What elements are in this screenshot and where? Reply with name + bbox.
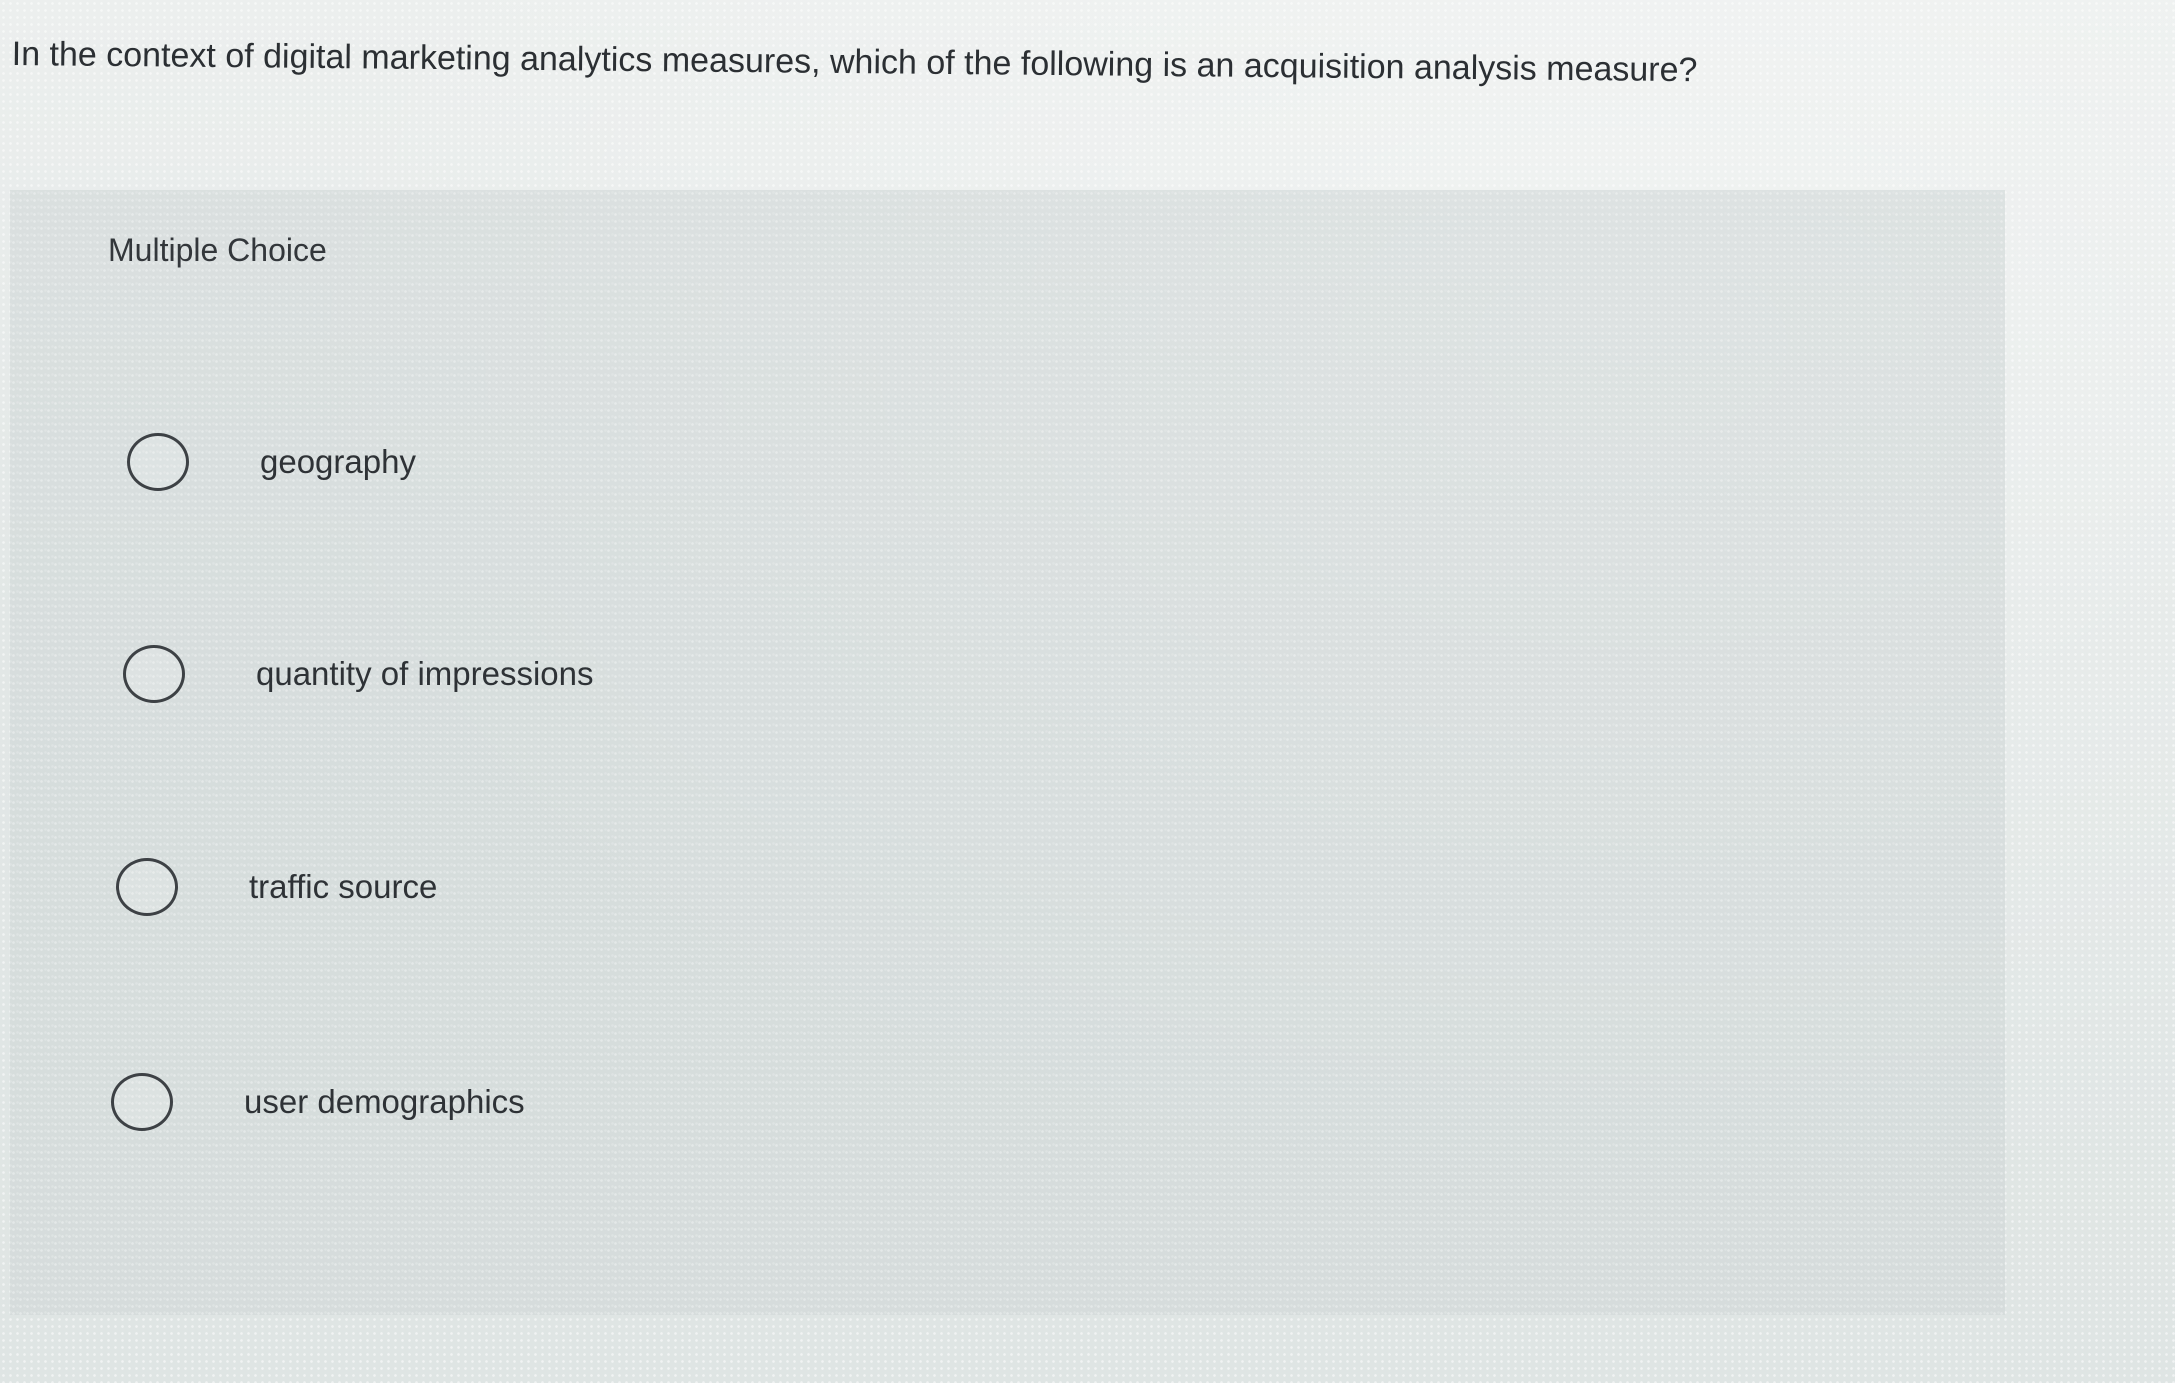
choice-label: traffic source bbox=[249, 868, 438, 905]
choice-option-user-demographics[interactable]: user demographics bbox=[111, 1067, 525, 1137]
choice-label: user demographics bbox=[244, 1083, 525, 1120]
choice-label: quantity of impressions bbox=[256, 655, 594, 692]
radio-button-unchecked-icon[interactable] bbox=[116, 858, 178, 916]
multiple-choice-title: Multiple Choice bbox=[108, 232, 327, 268]
multiple-choice-panel bbox=[10, 190, 2005, 1315]
question-text: In the context of digital marketing anal… bbox=[11, 34, 1698, 90]
choice-option-traffic-source[interactable]: traffic source bbox=[116, 852, 437, 922]
choice-option-quantity-of-impressions[interactable]: quantity of impressions bbox=[123, 639, 594, 709]
choice-label: geography bbox=[260, 443, 416, 480]
choice-option-geography[interactable]: geography bbox=[127, 427, 416, 497]
radio-button-unchecked-icon[interactable] bbox=[123, 645, 185, 703]
radio-button-unchecked-icon[interactable] bbox=[127, 433, 189, 491]
radio-button-unchecked-icon[interactable] bbox=[111, 1073, 173, 1131]
